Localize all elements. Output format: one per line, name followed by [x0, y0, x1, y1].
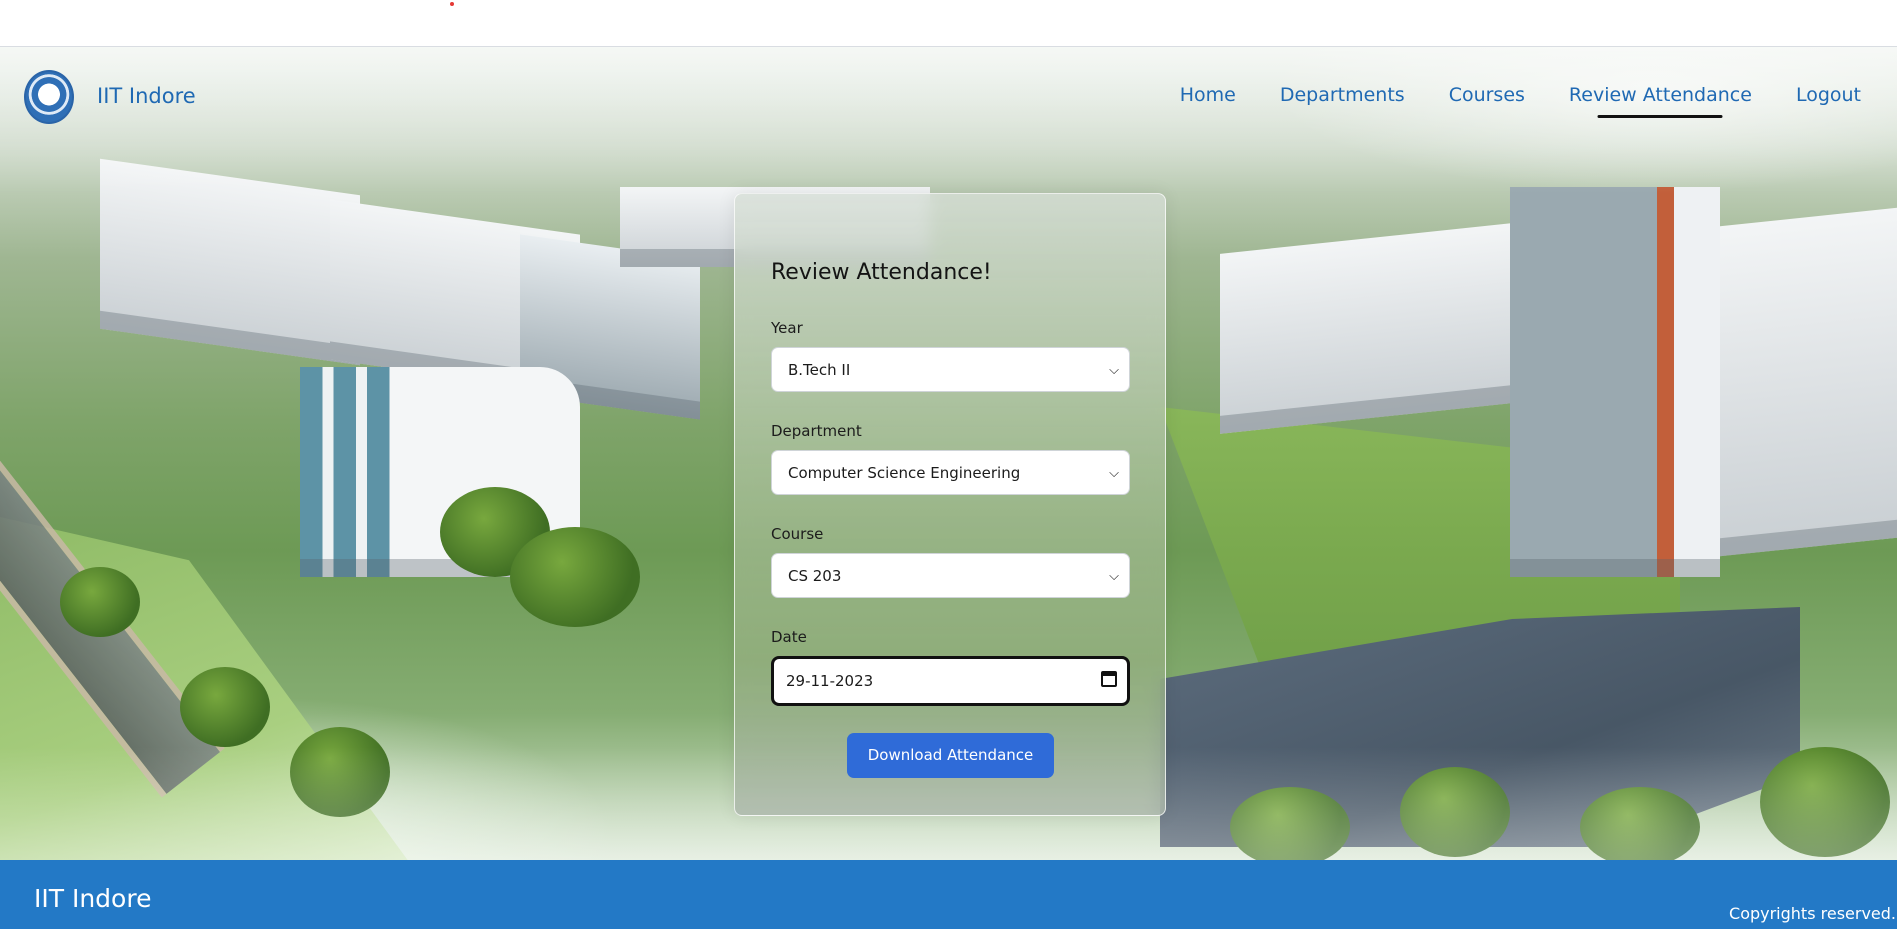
nav-links: Home Departments Courses Review Attendan…	[1158, 84, 1883, 106]
red-dot-marker	[450, 2, 454, 6]
navbar: IIT Indore Home Departments Courses Revi…	[0, 46, 1897, 146]
date-input-value: 29-11-2023	[786, 672, 874, 690]
chevron-down-icon: ⌵	[1109, 569, 1119, 584]
chevron-down-icon: ⌵	[1109, 363, 1119, 378]
footer-brand: IIT Indore	[34, 884, 152, 913]
nav-link-logout[interactable]: Logout	[1774, 84, 1883, 106]
year-label: Year	[771, 319, 803, 337]
chevron-down-icon: ⌵	[1109, 466, 1119, 481]
course-label: Course	[771, 525, 824, 543]
review-attendance-form: Review Attendance! Year B.Tech II ⌵ Depa…	[734, 193, 1166, 816]
nav-link-home[interactable]: Home	[1158, 84, 1258, 106]
date-input[interactable]: 29-11-2023	[771, 656, 1130, 706]
nav-link-courses[interactable]: Courses	[1427, 84, 1547, 106]
nav-link-review-attendance[interactable]: Review Attendance	[1547, 84, 1774, 106]
course-select[interactable]: CS 203 ⌵	[771, 553, 1130, 598]
year-select-value: B.Tech II	[788, 361, 851, 379]
calendar-icon[interactable]	[1101, 671, 1117, 687]
year-select[interactable]: B.Tech II ⌵	[771, 347, 1130, 392]
date-label: Date	[771, 628, 807, 646]
course-select-value: CS 203	[788, 567, 842, 585]
download-attendance-button[interactable]: Download Attendance	[847, 733, 1054, 778]
department-select-value: Computer Science Engineering	[788, 464, 1021, 482]
department-label: Department	[771, 422, 862, 440]
footer: IIT Indore Copyrights reserved.	[0, 860, 1897, 929]
department-select[interactable]: Computer Science Engineering ⌵	[771, 450, 1130, 495]
footer-copyright: Copyrights reserved.	[1729, 904, 1896, 923]
iit-indore-logo[interactable]	[24, 70, 74, 124]
navbar-brand[interactable]: IIT Indore	[97, 84, 196, 108]
nav-link-departments[interactable]: Departments	[1258, 84, 1427, 106]
form-title: Review Attendance!	[771, 260, 992, 285]
top-whitespace	[0, 0, 1897, 46]
